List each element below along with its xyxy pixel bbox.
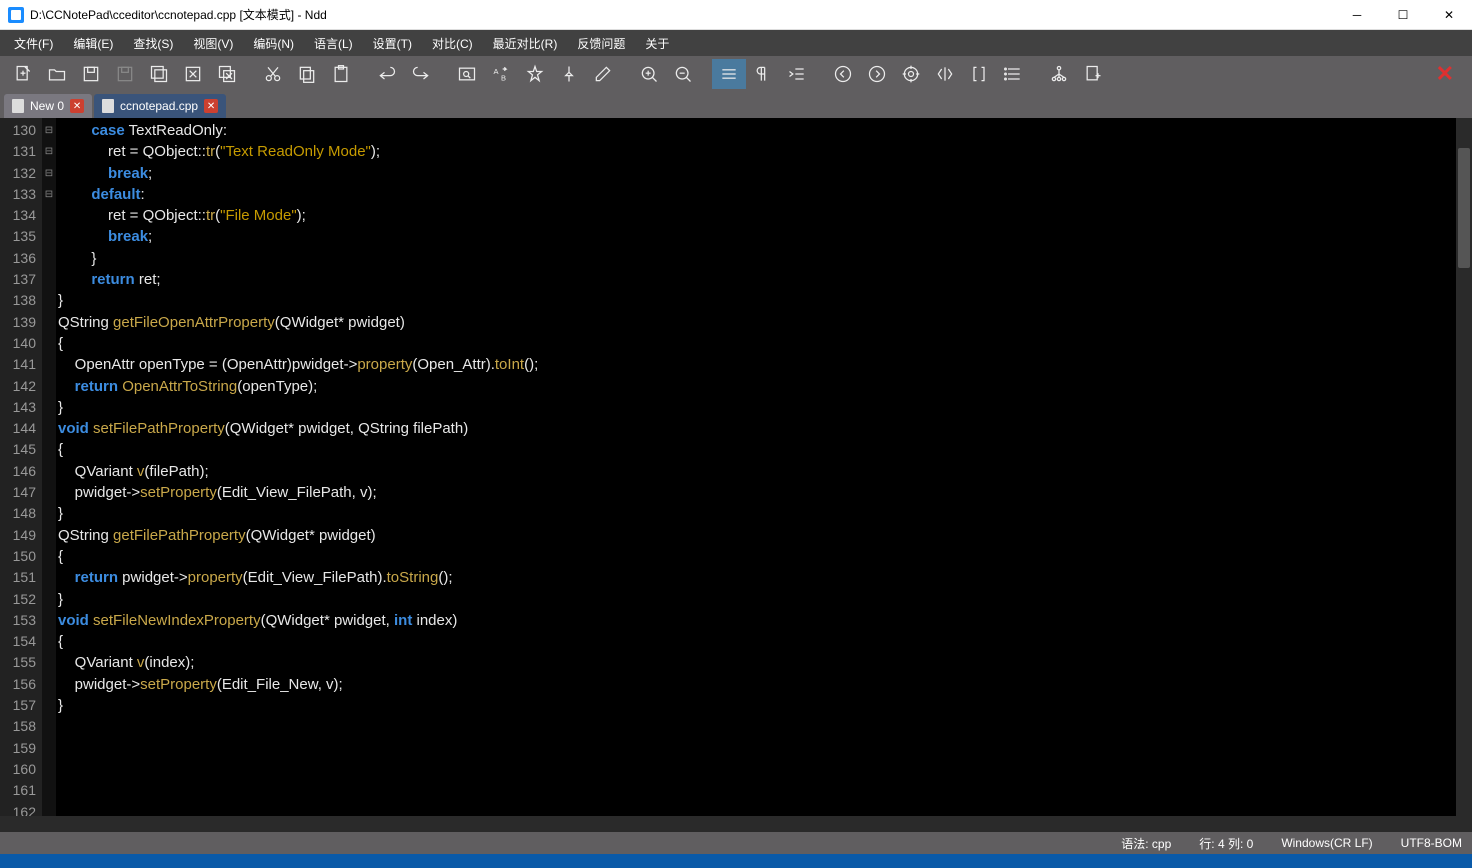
tab-label: New 0: [30, 99, 64, 113]
horizontal-scrollbar[interactable]: [0, 816, 1472, 832]
paragraph-icon[interactable]: [746, 59, 780, 89]
zoom-in-icon[interactable]: [632, 59, 666, 89]
copy-icon[interactable]: [290, 59, 324, 89]
zoom-out-icon[interactable]: [666, 59, 700, 89]
menu-0[interactable]: 文件(F): [4, 32, 63, 55]
scrollbar-thumb[interactable]: [1458, 148, 1470, 268]
doc-icon: [12, 99, 24, 113]
maximize-button[interactable]: ☐: [1380, 0, 1426, 30]
open-file-icon[interactable]: [40, 59, 74, 89]
taskbar-strip: [0, 854, 1472, 868]
tab-label: ccnotepad.cpp: [120, 99, 198, 113]
list-icon[interactable]: [996, 59, 1030, 89]
menu-8[interactable]: 最近对比(R): [483, 32, 568, 55]
svg-text:B: B: [501, 74, 506, 83]
new-file-icon[interactable]: [6, 59, 40, 89]
find-replace-icon[interactable]: AB: [484, 59, 518, 89]
toolbar-close-icon[interactable]: ✕: [1424, 61, 1466, 87]
indent-icon[interactable]: [780, 59, 814, 89]
redo-icon[interactable]: [404, 59, 438, 89]
find-icon[interactable]: [450, 59, 484, 89]
svg-text:A: A: [494, 67, 499, 76]
code-area[interactable]: case TextReadOnly: ret = QObject::tr("Te…: [56, 118, 1472, 816]
menu-4[interactable]: 编码(N): [243, 32, 304, 55]
doc-icon: [102, 99, 114, 113]
collapse-h-icon[interactable]: [928, 59, 962, 89]
menu-bar: 文件(F)编辑(E)查找(S)视图(V)编码(N)语言(L)设置(T)对比(C)…: [0, 30, 1472, 56]
tab-0[interactable]: New 0 ✕: [4, 94, 92, 118]
save-disabled-icon[interactable]: [108, 59, 142, 89]
menu-9[interactable]: 反馈问题: [567, 32, 635, 55]
menu-3[interactable]: 视图(V): [183, 32, 243, 55]
eraser-icon[interactable]: [586, 59, 620, 89]
brackets-icon[interactable]: [962, 59, 996, 89]
nav-forward-icon[interactable]: [860, 59, 894, 89]
status-encoding[interactable]: UTF8-BOM: [1401, 836, 1462, 850]
status-position[interactable]: 行: 4 列: 0: [1199, 835, 1253, 852]
window-title: D:\CCNotePad\cceditor\ccnotepad.cpp [文本模…: [30, 6, 1334, 23]
menu-10[interactable]: 关于: [635, 32, 679, 55]
tab-1[interactable]: ccnotepad.cpp ✕: [94, 94, 226, 118]
editor: 1301311321331341351361371381391401411421…: [0, 118, 1472, 816]
tab-bar: New 0 ✕ ccnotepad.cpp ✕: [0, 92, 1472, 118]
bookmark-icon[interactable]: [518, 59, 552, 89]
toolbar: AB ✕: [0, 56, 1472, 92]
tab-close-icon[interactable]: ✕: [204, 99, 218, 113]
menu-2[interactable]: 查找(S): [123, 32, 183, 55]
cut-icon[interactable]: [256, 59, 290, 89]
paste-icon[interactable]: [324, 59, 358, 89]
status-language[interactable]: 语法: cpp: [1121, 835, 1171, 852]
menu-7[interactable]: 对比(C): [422, 32, 483, 55]
menu-1[interactable]: 编辑(E): [63, 32, 123, 55]
menu-6[interactable]: 设置(T): [363, 32, 422, 55]
nav-back-icon[interactable]: [826, 59, 860, 89]
title-bar: D:\CCNotePad\cceditor\ccnotepad.cpp [文本模…: [0, 0, 1472, 30]
line-number-gutter[interactable]: 1301311321331341351361371381391401411421…: [0, 118, 42, 816]
app-icon: [8, 7, 24, 23]
window-controls: ─ ☐ ✕: [1334, 0, 1472, 30]
status-eol[interactable]: Windows(CR LF): [1281, 836, 1372, 850]
wrap-icon[interactable]: [712, 59, 746, 89]
pin-icon[interactable]: [552, 59, 586, 89]
menu-5[interactable]: 语言(L): [304, 32, 363, 55]
save-all-icon[interactable]: [142, 59, 176, 89]
save-icon[interactable]: [74, 59, 108, 89]
status-bar: 语法: cpp 行: 4 列: 0 Windows(CR LF) UTF8-BO…: [0, 832, 1472, 854]
target-icon[interactable]: [894, 59, 928, 89]
tab-close-icon[interactable]: ✕: [70, 99, 84, 113]
minimize-button[interactable]: ─: [1334, 0, 1380, 30]
file-plus-icon[interactable]: [1076, 59, 1110, 89]
close-icon[interactable]: [176, 59, 210, 89]
vertical-scrollbar[interactable]: [1456, 118, 1472, 816]
undo-icon[interactable]: [370, 59, 404, 89]
close-button[interactable]: ✕: [1426, 0, 1472, 30]
tree-icon[interactable]: [1042, 59, 1076, 89]
close-all-icon[interactable]: [210, 59, 244, 89]
fold-gutter[interactable]: ⊟⊟⊟⊟: [42, 118, 56, 816]
